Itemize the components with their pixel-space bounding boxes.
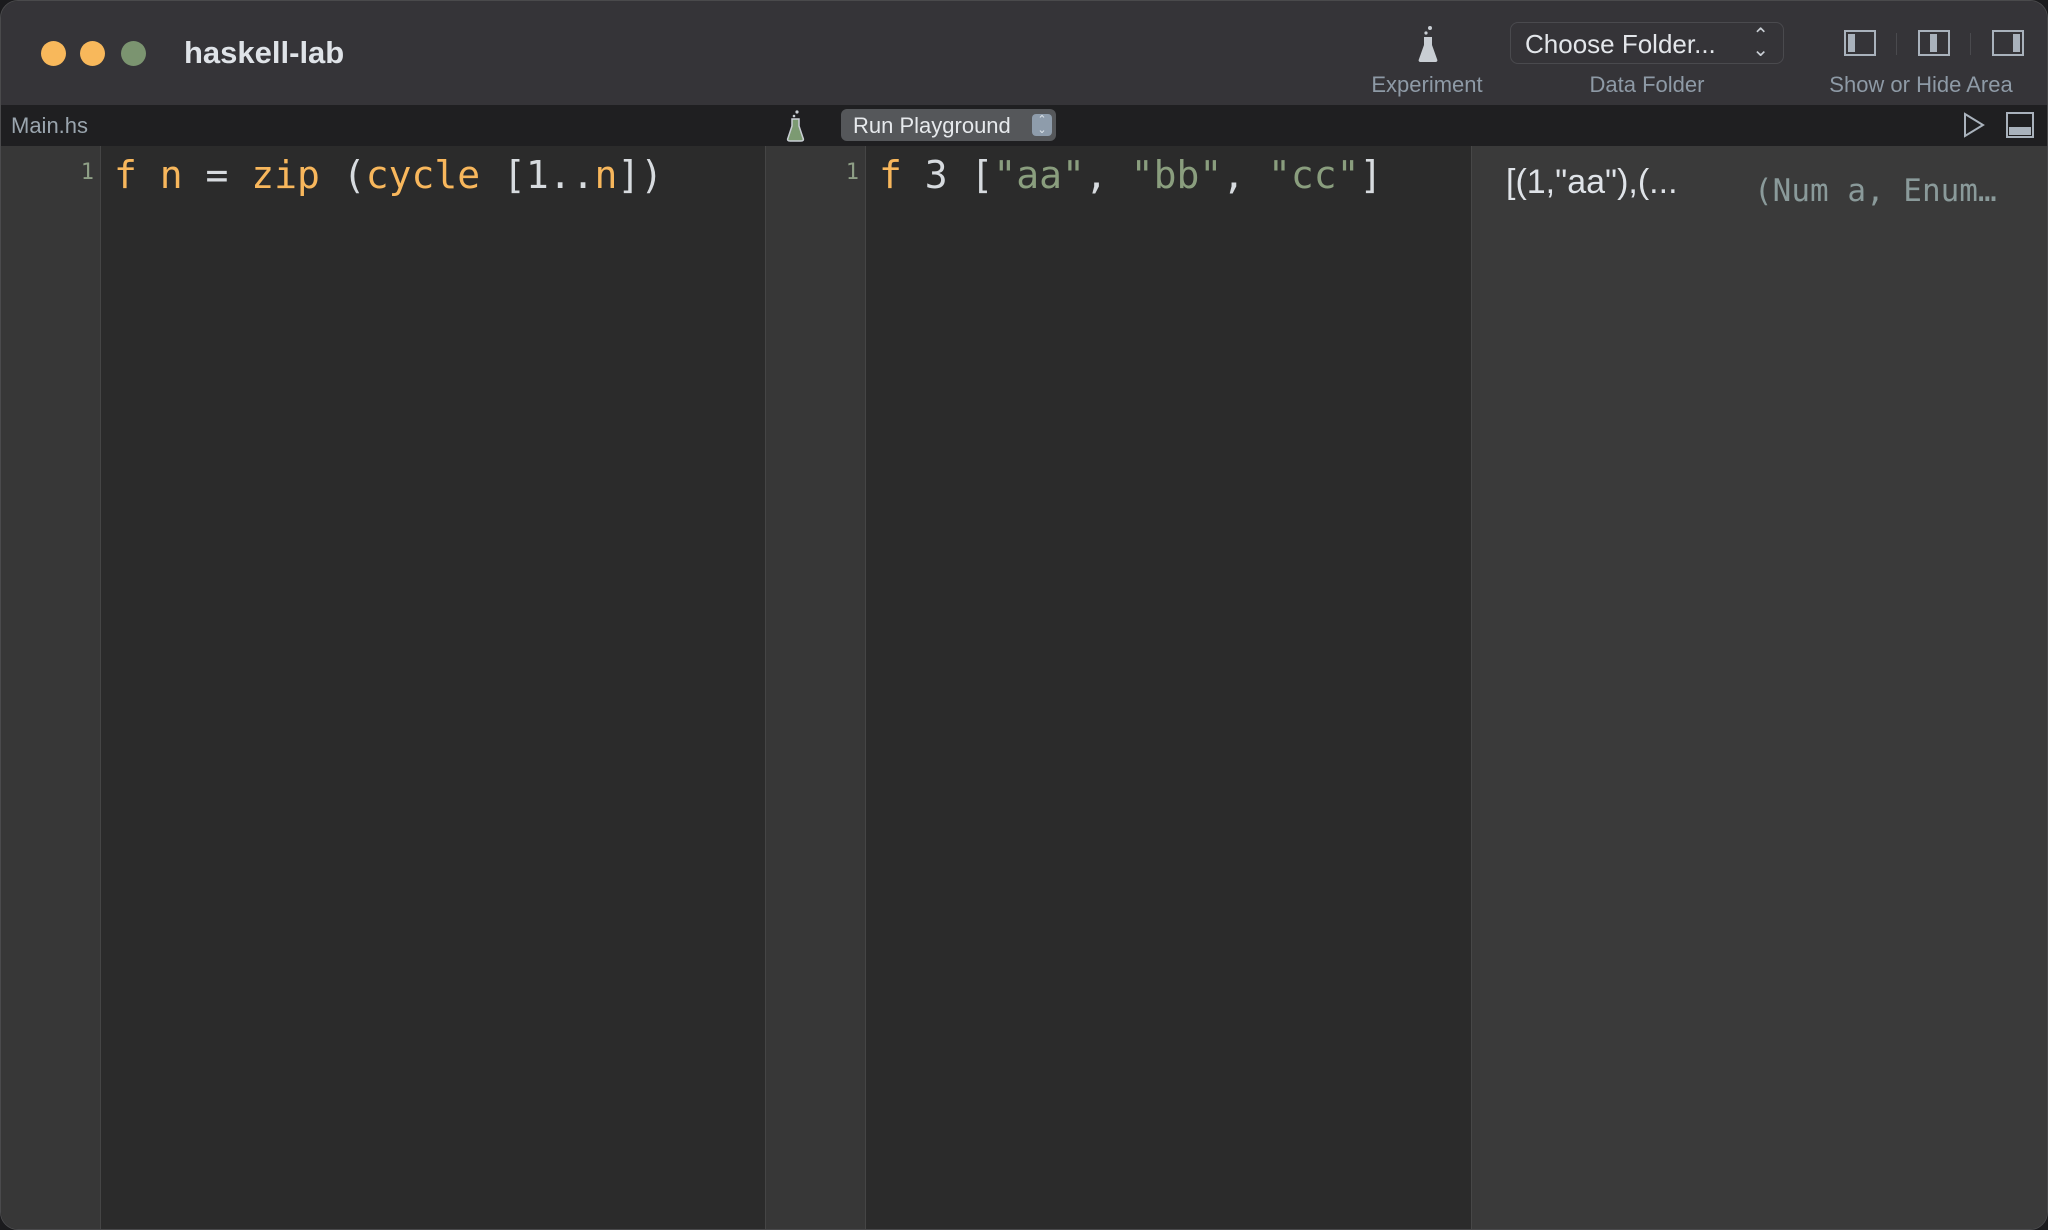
data-folder-select[interactable]: Choose Folder... ⌃ ⌄ [1510,22,1784,64]
updown-chevron-icon: ⌃ ⌄ [1752,25,1769,61]
source-editor[interactable]: 1 f n = zip (cycle [1..n]) [1,146,766,1229]
flask-icon [786,110,805,142]
left-area-toggle-icon[interactable] [1844,30,1876,56]
divider [1970,33,1971,55]
data-folder-value: Choose Folder... [1525,29,1716,59]
run-playground-label: Run Playground [853,113,1011,138]
line-gutter: 1 [766,146,866,1229]
data-folder-label: Data Folder [1589,72,1705,97]
minimize-button[interactable] [80,41,105,66]
window-title: haskell-lab [184,35,345,70]
tab-bar: Main.hs Run Playground ⌃ ⌄ [1,105,2047,146]
code-token: [1.. [502,153,595,197]
code-line[interactable]: f 3 ["aa", "bb", "cc"] [879,153,1382,197]
code-token: , [1084,153,1131,197]
code-token: "cc" [1267,153,1360,197]
result-type[interactable]: (Num a, Enum… [1754,173,1997,209]
area-label: Show or Hide Area [1829,72,2013,97]
code-token: cycle [365,153,503,197]
center-area-toggle-icon[interactable] [1918,30,1950,56]
code-token: 3 [ [924,153,994,197]
code-token: "bb" [1130,153,1223,197]
code-token: , [1222,153,1268,197]
line-number: 1 [845,160,859,185]
code-token: ]) [617,153,664,197]
result-value[interactable]: [(1,"aa"),(... [1506,163,1678,202]
playground-editor[interactable]: 1 f 3 ["aa", "bb", "cc"] [766,146,1471,1229]
right-area-toggle-icon[interactable] [1992,30,2024,56]
code-token: = [205,153,229,197]
app-window: haskell-lab Experiment Choose Folder... … [0,0,2048,1230]
title-bar: haskell-lab Experiment Choose Folder... … [1,1,2047,105]
code-line[interactable]: f n = zip (cycle [1..n]) [114,153,663,197]
flask-icon [1418,26,1438,62]
result-pane: [(1,"aa"),(... (Num a, Enum… [1471,146,2047,1229]
divider [1896,33,1897,55]
bottom-panel-icon[interactable] [2005,111,2035,139]
code-token: zip [228,153,343,197]
line-gutter: 1 [1,146,101,1229]
close-button[interactable] [41,41,66,66]
line-number: 1 [80,160,94,185]
updown-chevron-icon: ⌃ ⌄ [1032,114,1052,136]
code-token: ( [342,153,366,197]
code-token: n [594,153,618,197]
code-token: f [879,153,925,197]
play-icon[interactable] [1961,111,1987,139]
experiment-button[interactable] [1411,25,1445,63]
run-playground-select[interactable]: Run Playground ⌃ ⌄ [841,109,1056,141]
code-token: f n [114,153,206,197]
experiment-label: Experiment [1371,72,1483,97]
code-token: ] [1359,153,1383,197]
zoom-button[interactable] [121,41,146,66]
tab-main-hs[interactable]: Main.hs [11,113,88,139]
code-token: "aa" [993,153,1085,197]
